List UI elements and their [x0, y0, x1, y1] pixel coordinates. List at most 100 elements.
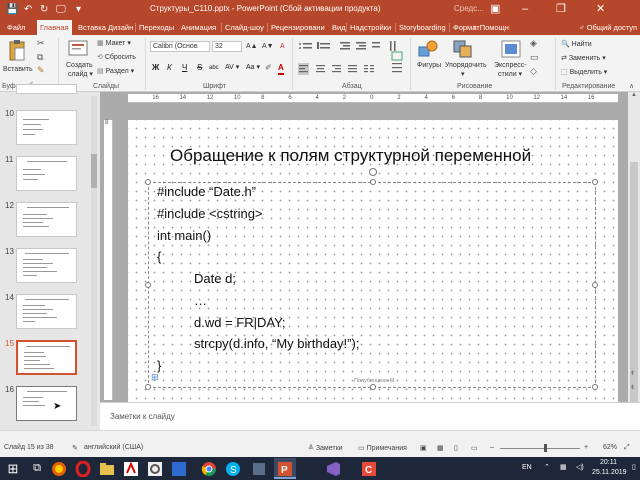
tab-review[interactable]: Рецензировани	[268, 20, 328, 35]
smartart-icon[interactable]	[391, 51, 403, 61]
change-case-button[interactable]: Aa ▾	[246, 63, 260, 73]
tab-insert[interactable]: Вставка	[75, 20, 109, 35]
shrink-font-button[interactable]: A▼	[262, 42, 274, 51]
resize-handle[interactable]	[370, 384, 376, 390]
normal-view-icon[interactable]: ▣	[420, 444, 427, 452]
language-indicator[interactable]: английский (США)	[84, 444, 143, 451]
zoom-slider-thumb[interactable]	[544, 444, 547, 452]
line-spacing-icon[interactable]	[372, 42, 380, 48]
zoom-slider[interactable]	[500, 448, 580, 449]
notes-pane[interactable]: Заметки к слайду	[100, 402, 640, 430]
editor-scrollbar[interactable]: ▲ ⇞ ⇟	[628, 92, 640, 402]
collapse-ribbon-icon[interactable]: ∧	[629, 83, 634, 90]
tell-me-search[interactable]: ♀ Помощн	[472, 20, 509, 35]
decrease-indent-icon[interactable]	[340, 42, 350, 50]
firefox-icon[interactable]	[48, 458, 70, 479]
tab-slideshow[interactable]: Слайд-шоу	[222, 20, 267, 35]
quick-styles-button[interactable]	[500, 39, 522, 59]
thumbnails-scrollbar[interactable]	[91, 96, 97, 426]
tab-file[interactable]: Файл	[4, 20, 28, 35]
slide-canvas[interactable]: Обращение к полям структурной переменной…	[128, 120, 618, 402]
replace-button[interactable]: ⇄ Заменить ▾	[561, 54, 606, 63]
slide-sorter-icon[interactable]: ▦	[437, 444, 444, 452]
next-slide-icon[interactable]: ⇟	[630, 384, 635, 391]
align-text-icon[interactable]	[392, 63, 402, 73]
task-view-icon[interactable]: ⧉	[26, 458, 48, 479]
slide-thumbnail-10[interactable]	[16, 110, 77, 145]
resize-handle[interactable]	[145, 282, 151, 288]
slide-thumbnail-13[interactable]	[16, 248, 77, 283]
tray-arrow-icon[interactable]: ⌃	[544, 463, 550, 471]
slide-thumbnail-14[interactable]	[16, 294, 77, 329]
tab-home[interactable]: Главная	[37, 20, 72, 35]
cut-icon[interactable]: ✂	[37, 39, 45, 48]
new-slide-label[interactable]: Создать	[66, 61, 93, 70]
notes-placeholder[interactable]: Заметки к слайду	[110, 412, 175, 421]
input-language[interactable]: EN	[522, 464, 532, 471]
zoom-out-button[interactable]: –	[490, 444, 494, 451]
clear-formatting-button[interactable]: A	[280, 42, 285, 51]
scrollbar-thumb[interactable]	[91, 154, 97, 188]
justify-icon[interactable]	[348, 65, 357, 73]
opera-icon[interactable]	[72, 458, 94, 479]
ribbon-display-icon[interactable]: ▣	[490, 2, 500, 16]
arrange-dropdown[interactable]: ▾	[461, 70, 465, 79]
select-button[interactable]: ⬚ Выделить ▾	[561, 68, 607, 77]
layout-button[interactable]: ▦ Макет ▾	[97, 39, 131, 48]
tab-storyboarding[interactable]: Storyboarding	[396, 20, 449, 35]
app-icon[interactable]	[248, 458, 270, 479]
text-direction-icon[interactable]	[390, 41, 396, 51]
horizontal-ruler[interactable]: 16 14 12 10 8 6 4 2 0 2 4 6 8 10 12 14 16	[128, 94, 618, 103]
format-painter-icon[interactable]: ✎	[37, 66, 45, 75]
find-button[interactable]: 🔍 Найти	[561, 40, 592, 49]
minimize-button[interactable]: –	[522, 2, 528, 16]
bullets-icon[interactable]	[299, 43, 312, 49]
undo-icon[interactable]: ↶	[24, 3, 32, 17]
new-slide-button[interactable]	[67, 39, 89, 59]
notifications-icon[interactable]: ▯	[632, 463, 636, 471]
slide-thumbnail-12[interactable]	[16, 202, 77, 237]
clock-time[interactable]: 20:11	[600, 459, 617, 466]
paste-button[interactable]	[7, 39, 27, 63]
shape-outline-icon[interactable]: ▭	[530, 53, 539, 62]
volume-icon[interactable]: ◁)	[576, 463, 584, 471]
start-slideshow-icon[interactable]: 🖵	[56, 3, 66, 17]
align-left-icon[interactable]	[298, 63, 309, 75]
powerpoint-taskbar-icon[interactable]: P	[274, 458, 296, 479]
increase-indent-icon[interactable]	[356, 42, 366, 50]
shapes-button[interactable]	[417, 39, 441, 59]
visual-studio-icon[interactable]	[322, 458, 344, 479]
paste-label[interactable]: Вставить	[3, 65, 33, 74]
new-slide-dropdown[interactable]: слайд ▾	[68, 70, 93, 79]
slide-thumbnail-partial[interactable]	[16, 84, 77, 94]
save-icon[interactable]: 💾	[6, 3, 18, 17]
skype-icon[interactable]: S	[222, 458, 244, 479]
slide-thumbnail-16[interactable]: ➤	[16, 386, 77, 421]
scrollbar-thumb[interactable]	[630, 162, 638, 402]
clock-date[interactable]: 25.11.2019	[592, 469, 627, 476]
spelling-icon[interactable]: ✎	[72, 444, 78, 452]
zoom-in-button[interactable]: +	[584, 444, 588, 451]
tab-addins[interactable]: Надстройки	[347, 20, 394, 35]
tab-design[interactable]: Дизайн	[105, 20, 136, 35]
resize-handle[interactable]	[592, 179, 598, 185]
start-button[interactable]: ⊞	[2, 458, 24, 479]
arrange-button[interactable]	[452, 39, 474, 59]
section-button[interactable]: ▤ Раздел ▾	[97, 67, 134, 76]
zoom-level[interactable]: 62%	[603, 444, 617, 451]
shapes-label[interactable]: Фигуры	[417, 61, 441, 70]
comments-toggle[interactable]: ▭ Примечания	[358, 444, 407, 452]
tab-transitions[interactable]: Переходы	[136, 20, 177, 35]
customize-quick-access-icon[interactable]: ▾	[76, 3, 81, 17]
highlight-icon[interactable]: ✐	[265, 63, 272, 73]
resize-handle[interactable]	[592, 282, 598, 288]
grow-font-button[interactable]: A▲	[246, 42, 258, 51]
network-icon[interactable]: ▦	[560, 463, 567, 471]
numbering-icon[interactable]	[317, 42, 330, 49]
reading-view-icon[interactable]: ▯	[454, 444, 458, 452]
slide-thumbnail-11[interactable]	[16, 156, 77, 191]
copy-icon[interactable]: ⧉	[37, 53, 43, 62]
resize-handle[interactable]	[592, 384, 598, 390]
rotate-handle[interactable]	[369, 168, 377, 176]
scroll-up-icon[interactable]: ▲	[631, 92, 637, 98]
